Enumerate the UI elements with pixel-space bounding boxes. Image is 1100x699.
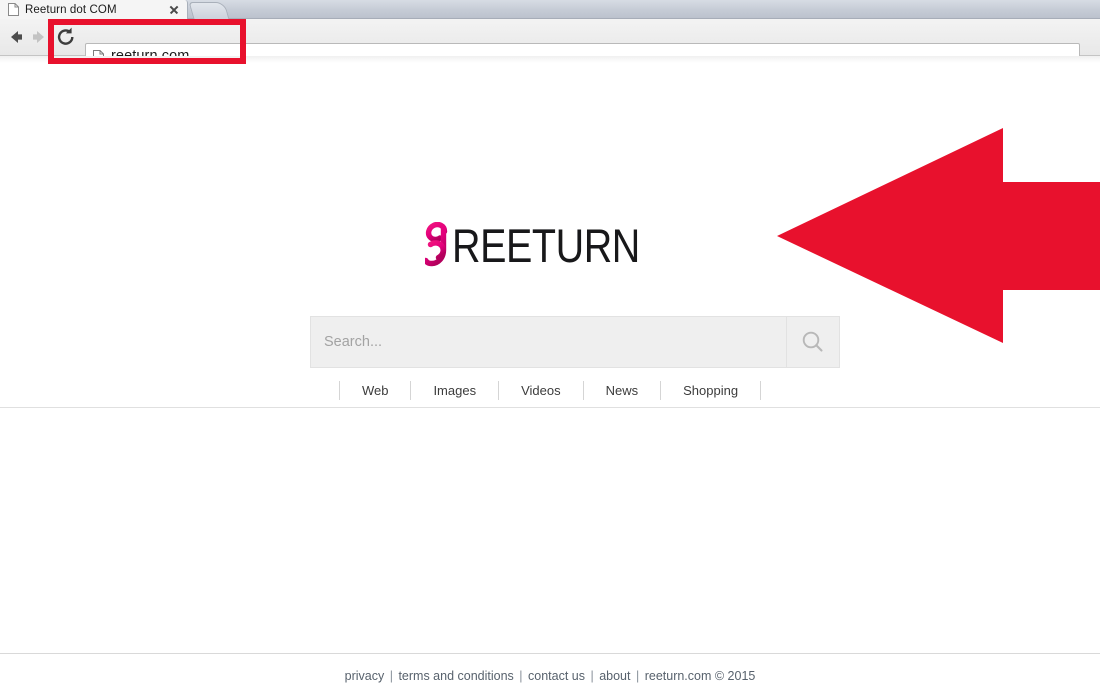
footer-separator: | xyxy=(389,669,393,683)
reload-icon[interactable] xyxy=(54,26,78,48)
nav-link-shopping[interactable]: Shopping xyxy=(661,381,760,400)
nav-divider xyxy=(760,381,762,400)
footer-copyright: reeturn.com © 2015 xyxy=(644,669,756,683)
footer-separator: | xyxy=(590,669,594,683)
tab-title: Reeturn dot COM xyxy=(25,3,117,16)
search-button[interactable] xyxy=(786,317,839,367)
nav-link-web[interactable]: Web xyxy=(340,381,411,400)
browser-tab-active[interactable]: Reeturn dot COM xyxy=(0,0,188,19)
nav-link-news[interactable]: News xyxy=(584,381,661,400)
nav-link-images[interactable]: Images xyxy=(411,381,498,400)
browser-window: Reeturn dot COM REETURN Search... Web Im… xyxy=(0,0,1100,699)
page-viewport: REETURN Web Images Videos News xyxy=(0,63,1100,699)
forward-arrow-icon xyxy=(27,26,53,48)
nav-link-videos[interactable]: Videos xyxy=(499,381,583,400)
site-logo: REETURN xyxy=(0,219,1100,272)
category-nav: Web Images Videos News Shopping xyxy=(0,381,1100,400)
footer-link-contact[interactable]: contact us xyxy=(528,669,585,683)
search-magnifier-icon xyxy=(800,329,826,355)
content-divider-bottom xyxy=(0,653,1100,654)
site-logo-text: REETURN xyxy=(451,219,640,272)
footer-separator: | xyxy=(635,669,640,683)
new-tab-button[interactable] xyxy=(188,2,230,19)
footer-link-privacy[interactable]: privacy xyxy=(345,669,385,683)
reeturn-r-mark-icon xyxy=(424,222,451,268)
footer-link-about[interactable]: about xyxy=(599,669,630,683)
footer-separator: | xyxy=(519,669,523,683)
page-footer: privacy | terms and conditions | contact… xyxy=(0,669,1100,683)
footer-link-terms[interactable]: terms and conditions xyxy=(398,669,513,683)
back-arrow-icon[interactable] xyxy=(2,26,28,48)
content-divider-top xyxy=(0,407,1100,408)
search-input[interactable] xyxy=(311,317,786,367)
browser-toolbar: reeturn.com xyxy=(0,19,1100,69)
tab-strip: Reeturn dot COM xyxy=(0,0,1100,19)
search-bar xyxy=(310,316,840,368)
close-icon[interactable] xyxy=(167,3,181,17)
toolbar-shadow xyxy=(0,56,1100,63)
page-document-icon xyxy=(8,3,19,16)
